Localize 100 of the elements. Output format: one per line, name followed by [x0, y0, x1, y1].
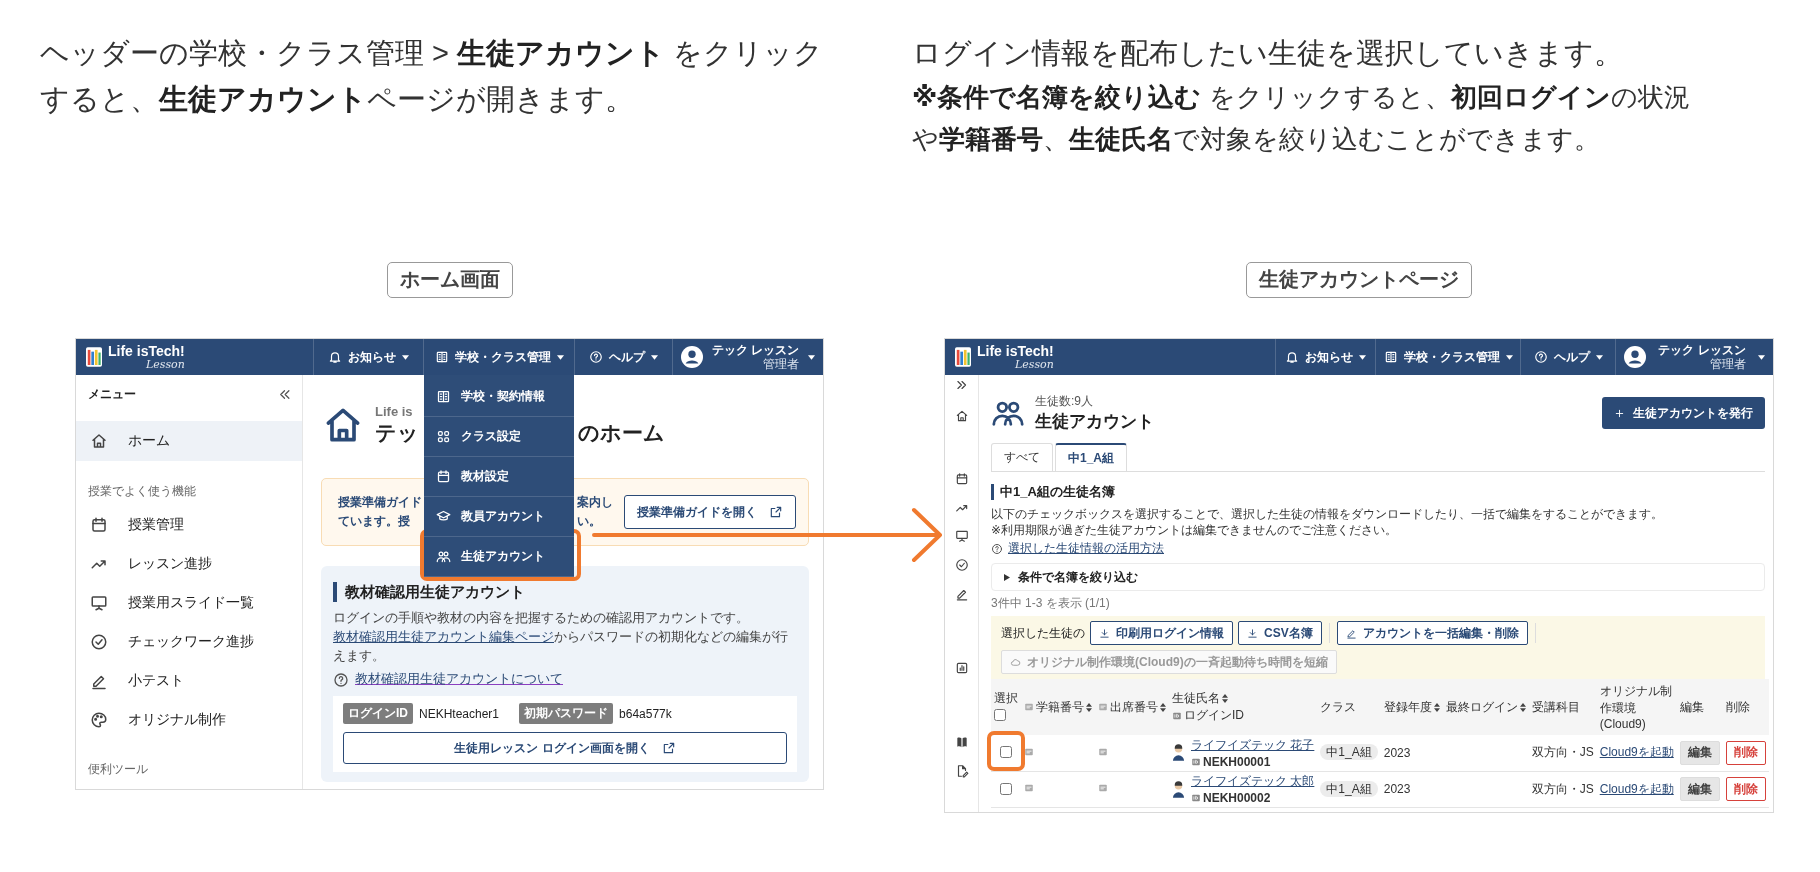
action-button[interactable]: CSV名簿: [1238, 621, 1322, 645]
pencil-icon[interactable]: [954, 587, 969, 601]
table-cell: 双方向・JS: [1531, 781, 1594, 796]
logo-text: Life isTech!: [977, 343, 1054, 359]
presentation-icon[interactable]: [954, 529, 969, 543]
screen-caption: 生徒アカウントページ: [1246, 262, 1472, 298]
open-login-button[interactable]: 生徒用レッスン ログイン画面を開く: [343, 732, 787, 765]
bell-icon: [328, 350, 342, 364]
edit-button[interactable]: 編集: [1679, 777, 1720, 801]
open-guide-button[interactable]: 授業準備ガイドを開く: [624, 495, 796, 529]
student-name-link[interactable]: ライフイズテック 花子: [1191, 736, 1315, 754]
dropdown-item[interactable]: 教材設定: [424, 457, 574, 497]
delete-button[interactable]: 削除: [1725, 740, 1766, 765]
help-link[interactable]: 選択した生徒情報の活用方法: [1008, 540, 1164, 557]
card-icon: [1024, 746, 1034, 757]
nav-menu[interactable]: ヘルプ: [574, 339, 672, 375]
caret-icon: [1595, 354, 1603, 360]
dropdown-item[interactable]: 生徒アカウント: [424, 537, 574, 577]
expand-icon[interactable]: [954, 378, 969, 392]
bar-chart-icon[interactable]: [954, 661, 969, 675]
tab[interactable]: 中1_A組: [1055, 443, 1127, 471]
delete-button[interactable]: 削除: [1725, 777, 1766, 801]
field-value: b64a577k: [619, 706, 672, 721]
home-icon[interactable]: [954, 409, 969, 423]
user-icon: [681, 346, 703, 368]
field-tag: 初期パスワード: [519, 703, 614, 725]
caret-icon: [556, 354, 564, 360]
column-header: 学籍番号: [1036, 698, 1084, 716]
bell-icon: [1285, 350, 1299, 364]
screen-caption: ホーム画面: [386, 262, 513, 298]
download-icon: [1099, 627, 1110, 639]
select-all-checkbox[interactable]: [994, 709, 1006, 721]
column-header: 選択: [994, 690, 1018, 707]
issue-account-button[interactable]: 生徒アカウントを発行: [1602, 397, 1765, 429]
table-cell: 2023: [1383, 745, 1411, 760]
download-icon: [1247, 627, 1258, 639]
login-id: NEKH00001: [1203, 754, 1271, 769]
calendar-icon[interactable]: [954, 472, 969, 486]
card-icon: [1098, 702, 1108, 712]
logo-icon: [86, 347, 102, 367]
column-header: 最終ログイン: [1445, 698, 1518, 716]
nav-menu[interactable]: お知らせ: [313, 339, 423, 375]
plus-icon: [1614, 407, 1625, 419]
sidebar-item[interactable]: ホーム: [76, 421, 302, 461]
column-header: 登録年度: [1383, 698, 1432, 716]
edit-page-link[interactable]: 教材確認用生徒アカウント編集ページ: [333, 629, 554, 644]
user-menu[interactable]: テック レッスン 管理者: [672, 339, 823, 375]
check-circle-icon[interactable]: [954, 558, 969, 572]
sidebar-item[interactable]: レッスン進捗: [76, 544, 302, 583]
cloud-icon: [1010, 656, 1021, 668]
notice-text: ています。授: [338, 513, 411, 530]
action-label: 選択した生徒の: [1001, 624, 1085, 642]
checkbox[interactable]: [1000, 782, 1012, 795]
launch-link[interactable]: Cloud9を起動: [1599, 781, 1674, 796]
calendar-icon: [436, 469, 451, 484]
action-button[interactable]: 印刷用ログイン情報: [1090, 621, 1233, 645]
logo-subtext: Lesson: [145, 358, 185, 371]
tab[interactable]: すべて: [991, 443, 1053, 471]
sidebar-item[interactable]: 授業用スライド一覧: [76, 583, 302, 622]
caret-icon: [808, 354, 815, 360]
dropdown-item[interactable]: クラス設定: [424, 417, 574, 457]
help-link[interactable]: 教材確認用生徒アカウントについて: [355, 671, 563, 689]
student-name-link[interactable]: ライフイズテック 太郎: [1191, 773, 1315, 790]
grid-icon: [436, 429, 451, 444]
card-text: ログインの手順や教材の内容を把握するための確認用アカウントです。: [333, 610, 750, 627]
section-title: 中1_A組の生徒名簿: [991, 484, 1765, 500]
book-icon[interactable]: [954, 735, 969, 749]
dropdown-item[interactable]: 教員アカウント: [424, 497, 574, 537]
launch-link[interactable]: Cloud9を起動: [1599, 745, 1674, 760]
checkbox[interactable]: [1000, 746, 1012, 759]
nav-menu[interactable]: お知らせ: [1275, 339, 1375, 375]
class-tag: 中1_A組: [1320, 744, 1378, 761]
dropdown-item[interactable]: 学校・契約情報: [424, 377, 574, 417]
section-heading: 便利ツール: [87, 761, 149, 777]
nav-menu[interactable]: 学校・クラス管理: [1375, 339, 1520, 375]
filter-toggle[interactable]: 条件で名簿を絞り込む: [991, 563, 1765, 591]
pencil-icon: [1345, 627, 1357, 639]
help-icon: [589, 350, 603, 364]
action-button[interactable]: アカウントを一括編集・削除: [1336, 621, 1528, 645]
external-link-icon: [769, 505, 783, 519]
column-header: 生徒氏名: [1172, 690, 1220, 707]
result-count: 3件中 1-3 を表示 (1/1): [991, 595, 1111, 612]
nav-menu[interactable]: ヘルプ: [1520, 339, 1615, 375]
sidebar-item[interactable]: チェックワーク進捗: [76, 622, 302, 661]
palette-icon: [90, 710, 108, 729]
user-menu[interactable]: テック レッスン 管理者: [1615, 339, 1773, 375]
column-header: ログインID: [1184, 707, 1244, 724]
page-title: 生徒アカウント: [1035, 411, 1154, 433]
sidebar-item[interactable]: 小テスト: [76, 661, 302, 700]
card-icon: [1098, 783, 1108, 793]
table-cell: 2023: [1383, 782, 1411, 796]
sidebar-item[interactable]: 授業管理: [76, 505, 302, 544]
caret-icon: [1359, 354, 1366, 360]
sidebar-item[interactable]: オリジナル制作: [76, 700, 302, 739]
edit-button[interactable]: 編集: [1679, 740, 1720, 765]
notice-text: い。: [577, 513, 602, 530]
column-header: 出席番号: [1110, 698, 1158, 716]
field-tag: ログインID: [343, 703, 413, 725]
login-id: NEKH00002: [1203, 791, 1271, 805]
class-tag: 中1_A組: [1320, 780, 1378, 797]
